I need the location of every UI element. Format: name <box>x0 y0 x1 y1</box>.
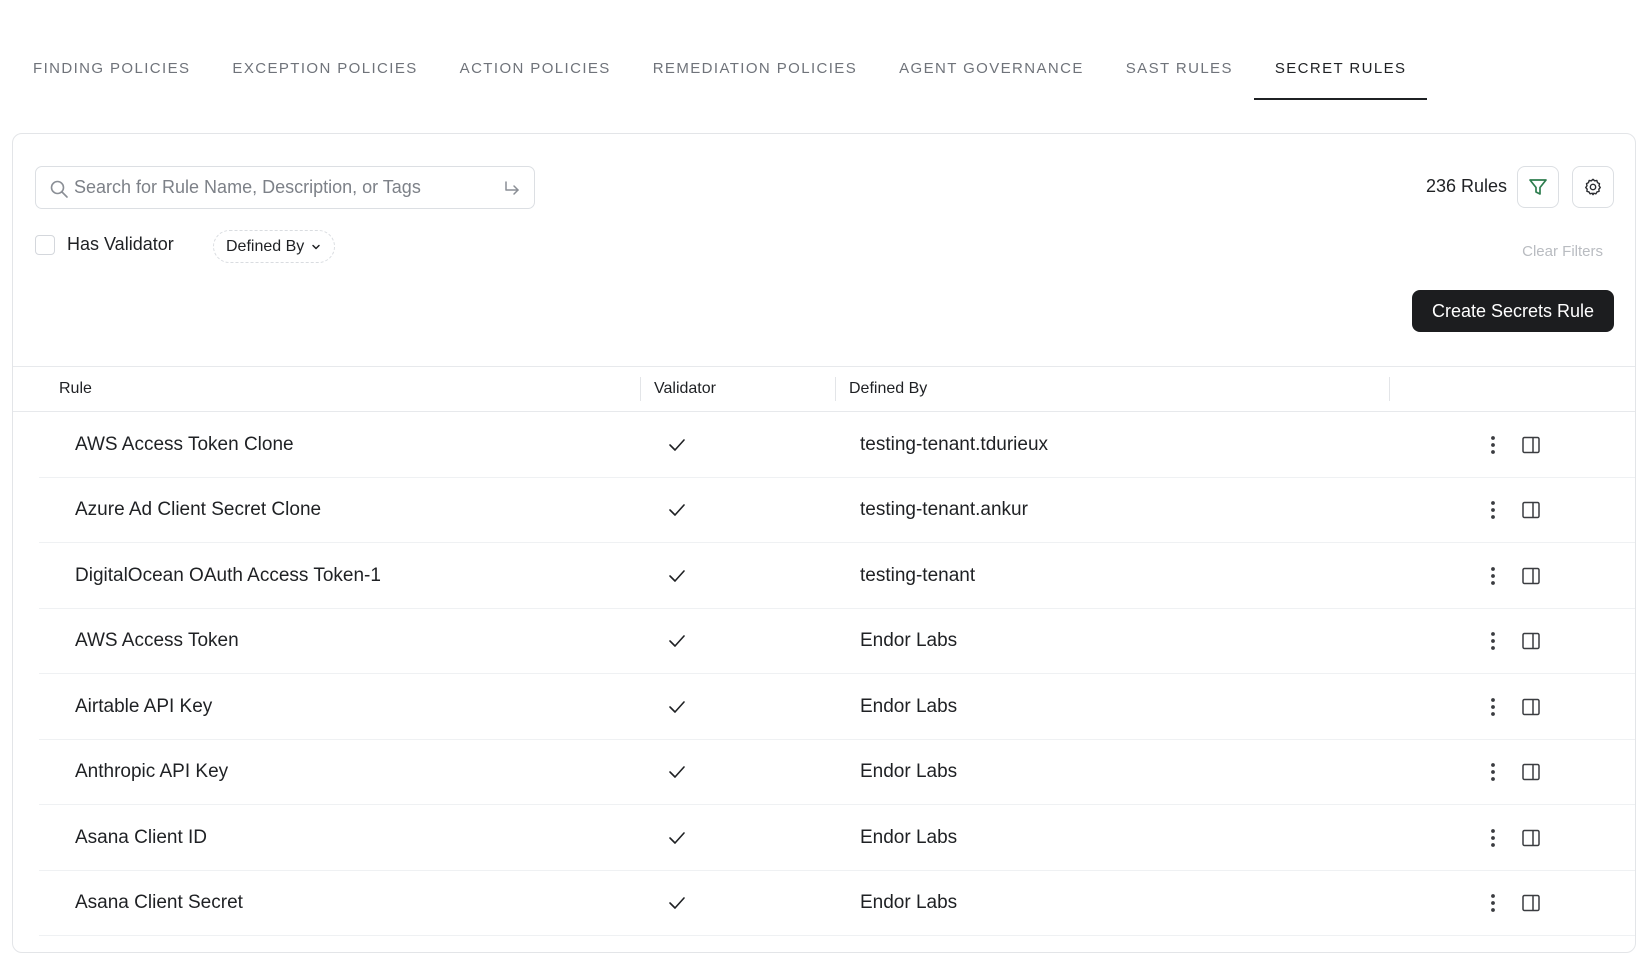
defined-by-value: testing-tenant <box>860 564 976 586</box>
defined-by-dropdown[interactable]: Defined By <box>213 230 336 263</box>
rule-name[interactable]: AWS Access Token <box>75 609 239 674</box>
table-row[interactable]: AWS Access Token Endor Labs <box>39 609 1635 674</box>
table-body: AWS Access Token Clone testing-tenant.td… <box>13 412 1635 936</box>
column-separator[interactable] <box>640 377 641 401</box>
more-actions-icon[interactable] <box>1481 609 1505 674</box>
validator-check-icon <box>667 412 687 477</box>
tab-sast-rules[interactable]: SAST RULES <box>1105 46 1254 100</box>
defined-by-dropdown-label: Defined By <box>226 237 305 255</box>
defined-by-value: Endor Labs <box>860 826 958 848</box>
tab-agent-governance[interactable]: AGENT GOVERNANCE <box>878 46 1105 100</box>
has-validator-filter[interactable]: Has Validator <box>35 234 174 255</box>
column-header-validator[interactable]: Validator <box>654 367 716 411</box>
filter-icon <box>1529 179 1547 195</box>
more-actions-icon[interactable] <box>1481 674 1505 739</box>
tab-secret-rules[interactable]: SECRET RULES <box>1253 46 1428 100</box>
validator-check-icon <box>667 478 687 543</box>
defined-by-value: Endor Labs <box>860 695 958 717</box>
policy-tabs: FINDING POLICIES EXCEPTION POLICIES ACTI… <box>12 46 1428 100</box>
side-panel-icon[interactable] <box>1517 543 1545 608</box>
table-row[interactable]: Azure Ad Client Secret Clone testing-ten… <box>39 478 1635 543</box>
column-header-defined-by[interactable]: Defined By <box>849 367 927 411</box>
validator-check-icon <box>667 543 687 608</box>
table-row[interactable]: AWS Access Token Clone testing-tenant.td… <box>39 412 1635 478</box>
validator-check-icon <box>667 740 687 805</box>
clear-filters-button[interactable]: Clear Filters <box>1522 243 1603 260</box>
defined-by-value: testing-tenant.tdurieux <box>860 433 1049 455</box>
more-actions-icon[interactable] <box>1481 740 1505 805</box>
search-box <box>35 166 535 209</box>
tab-finding-policies[interactable]: FINDING POLICIES <box>12 46 211 100</box>
table-row[interactable]: Airtable API Key Endor Labs <box>39 674 1635 740</box>
defined-by-value: testing-tenant.ankur <box>860 499 1028 520</box>
rule-name[interactable]: Anthropic API Key <box>75 740 228 805</box>
rule-count: 236 Rules <box>1425 176 1507 196</box>
rule-name[interactable]: Airtable API Key <box>75 674 212 739</box>
validator-check-icon <box>667 674 687 739</box>
table-row[interactable]: DigitalOcean OAuth Access Token-1 testin… <box>39 543 1635 609</box>
gear-icon <box>1585 178 1601 196</box>
rules-card: 236 Rules Has Validator Defined By Clear… <box>12 133 1636 953</box>
validator-check-icon <box>667 609 687 674</box>
table-row[interactable]: Asana Client ID Endor Labs <box>39 805 1635 871</box>
enter-icon[interactable] <box>502 179 522 199</box>
side-panel-icon[interactable] <box>1517 478 1545 543</box>
tab-action-policies[interactable]: ACTION POLICIES <box>439 46 632 100</box>
side-panel-icon[interactable] <box>1517 805 1545 870</box>
table-row[interactable]: Asana Client Secret Endor Labs <box>39 871 1635 936</box>
more-actions-icon[interactable] <box>1481 543 1505 608</box>
column-separator[interactable] <box>1389 377 1390 401</box>
tab-exception-policies[interactable]: EXCEPTION POLICIES <box>211 46 438 100</box>
defined-by-value: Endor Labs <box>860 761 958 782</box>
has-validator-checkbox[interactable] <box>35 234 55 255</box>
side-panel-icon[interactable] <box>1517 609 1545 674</box>
table-row[interactable]: Anthropic API Key Endor Labs <box>39 740 1635 805</box>
tab-remediation-policies[interactable]: REMEDIATION POLICIES <box>632 46 878 100</box>
column-separator[interactable] <box>835 377 836 401</box>
more-actions-icon[interactable] <box>1481 478 1505 543</box>
create-secrets-rule-button[interactable]: Create Secrets Rule <box>1412 290 1614 332</box>
chevron-down-icon <box>312 244 321 249</box>
filter-button[interactable] <box>1517 166 1559 208</box>
has-validator-label: Has Validator <box>67 234 174 254</box>
rule-name[interactable]: Asana Client ID <box>75 805 207 870</box>
search-icon <box>50 180 68 198</box>
defined-by-value: Endor Labs <box>860 630 958 651</box>
settings-button[interactable] <box>1572 166 1614 208</box>
column-header-rule[interactable]: Rule <box>59 367 92 411</box>
validator-check-icon <box>667 805 687 870</box>
rule-name[interactable]: DigitalOcean OAuth Access Token-1 <box>75 543 381 608</box>
more-actions-icon[interactable] <box>1481 805 1505 870</box>
table-header: Rule Validator Defined By <box>13 366 1635 412</box>
search-input[interactable] <box>74 167 494 208</box>
rule-name[interactable]: Azure Ad Client Secret Clone <box>75 478 321 543</box>
side-panel-icon[interactable] <box>1517 674 1545 739</box>
more-actions-icon[interactable] <box>1481 412 1505 477</box>
rule-name[interactable]: AWS Access Token Clone <box>75 412 294 477</box>
side-panel-icon[interactable] <box>1517 740 1545 805</box>
side-panel-icon[interactable] <box>1517 412 1545 477</box>
